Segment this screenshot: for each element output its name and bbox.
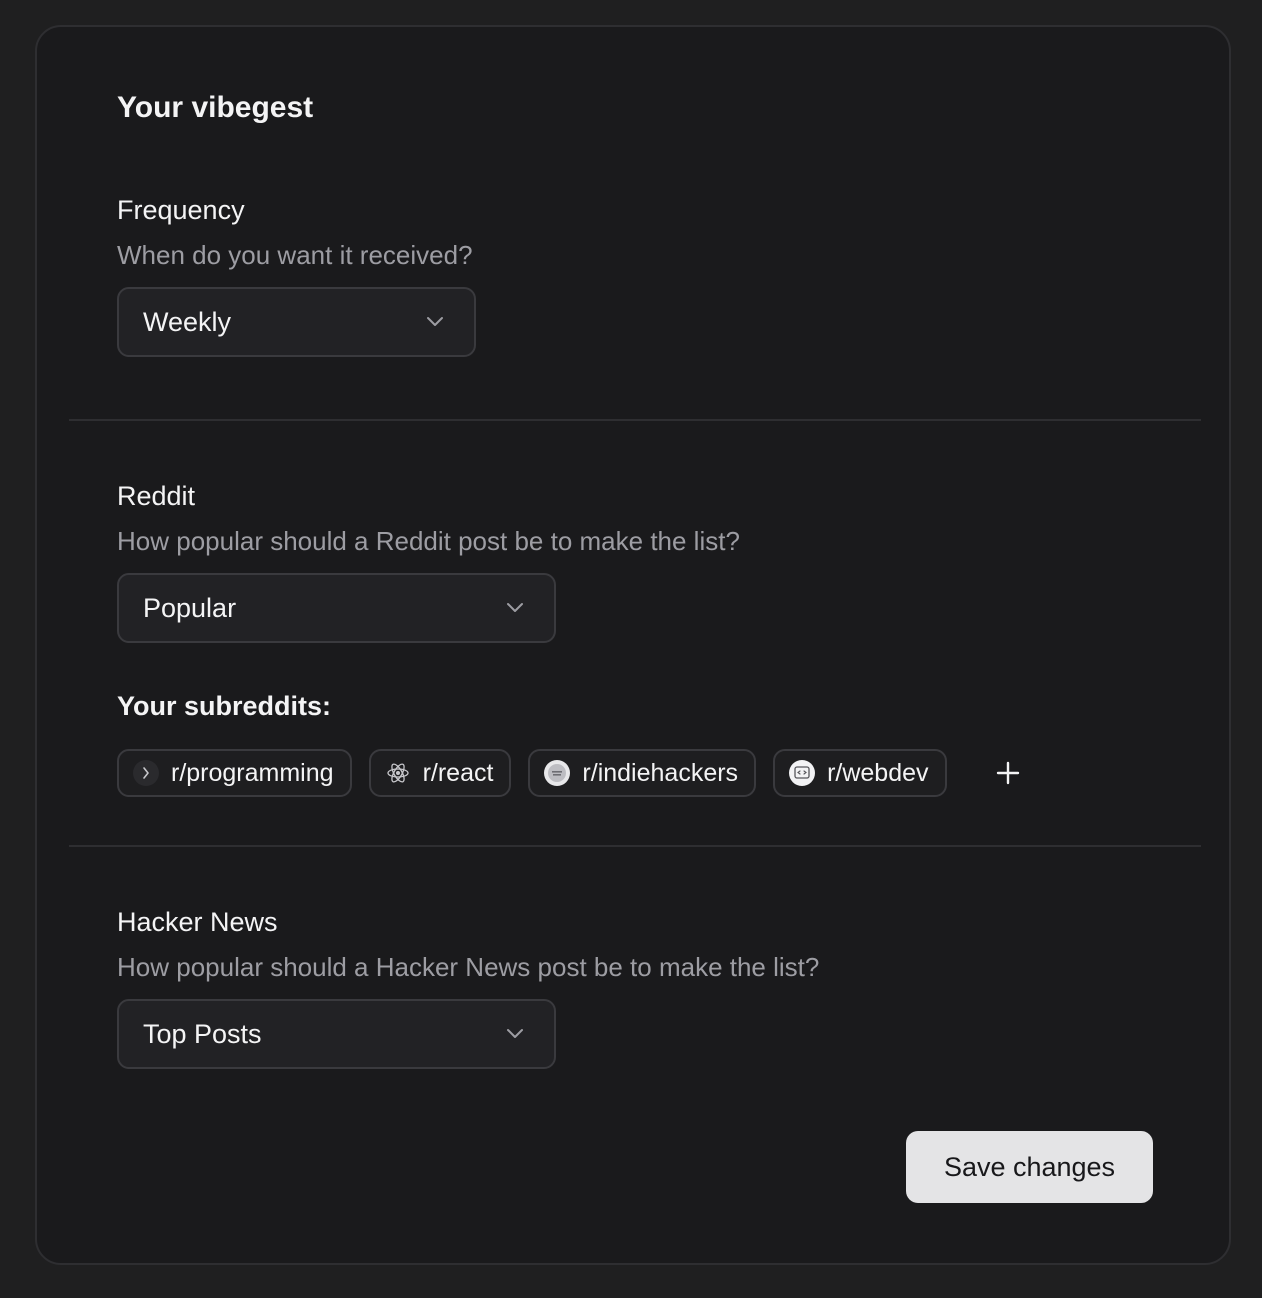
reddit-description: How popular should a Reddit post be to m… [117, 526, 740, 556]
programming-icon [133, 760, 159, 786]
webdev-icon [789, 760, 816, 786]
subreddit-chip[interactable]: r/webdev [773, 749, 947, 797]
save-changes-button[interactable]: Save changes [906, 1131, 1153, 1203]
chevron-down-icon [507, 1029, 523, 1038]
frequency-description: When do you want it received? [117, 240, 473, 270]
section-divider [69, 419, 1201, 421]
reddit-popularity-select[interactable]: Popular [117, 573, 556, 643]
chevron-down-icon [507, 603, 523, 612]
subreddit-chip[interactable]: r/react [368, 749, 512, 797]
reddit-heading: Reddit [117, 481, 196, 511]
reddit-select-value: Popular [143, 593, 237, 623]
section-divider [69, 845, 1201, 847]
subreddit-name: r/react [422, 758, 494, 787]
subreddit-chip[interactable]: r/indiehackers [528, 749, 757, 797]
card-title: Your vibegest [117, 91, 314, 124]
subreddit-list: r/programming r/react r/indiehackers r/w… [117, 749, 1028, 797]
hackernews-popularity-select[interactable]: Top Posts [117, 999, 556, 1069]
frequency-select-value: Weekly [143, 307, 232, 337]
indiehackers-icon [544, 760, 571, 786]
hackernews-select-value: Top Posts [143, 1019, 262, 1049]
subreddit-name: r/indiehackers [582, 758, 739, 787]
subreddits-label: Your subreddits: [117, 691, 332, 721]
hackernews-heading: Hacker News [117, 907, 278, 937]
settings-card: Your vibegest Frequency When do you want… [35, 25, 1231, 1265]
react-atom-icon [384, 760, 411, 786]
chevron-down-icon [427, 317, 443, 326]
plus-icon [996, 761, 1019, 785]
hackernews-description: How popular should a Hacker News post be… [117, 952, 820, 982]
add-subreddit-button[interactable] [988, 753, 1028, 793]
frequency-heading: Frequency [117, 195, 245, 225]
frequency-select[interactable]: Weekly [117, 287, 476, 357]
subreddit-name: r/programming [171, 758, 334, 787]
subreddit-name: r/webdev [827, 758, 929, 787]
subreddit-chip[interactable]: r/programming [117, 749, 352, 797]
